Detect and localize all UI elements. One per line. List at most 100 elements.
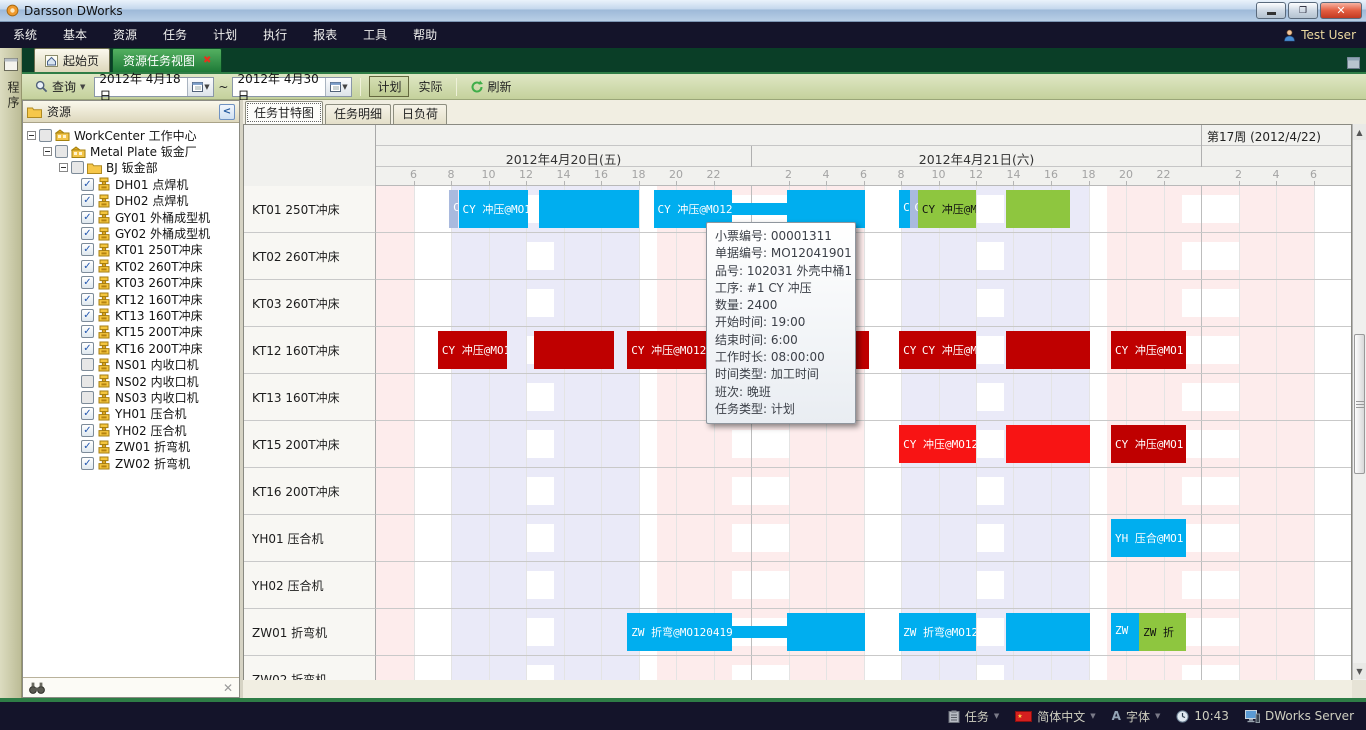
statusbar-10:43[interactable]: 10:43 — [1176, 709, 1229, 723]
machine-checkbox[interactable]: ✓ — [81, 194, 94, 207]
statusbar-DWorks Server[interactable]: DWorks Server — [1245, 709, 1354, 723]
refresh-button[interactable]: 刷新 — [465, 76, 517, 97]
collapse-node-icon[interactable] — [43, 147, 52, 156]
tree-item-ZW01[interactable]: ✓ZW01 折弯机 — [23, 438, 239, 454]
tab-home-page[interactable]: 起始页 — [34, 48, 110, 72]
gantt-tab-0[interactable]: 任务甘特图 — [245, 101, 323, 124]
date-to-field[interactable]: 2012年 4月30日 ▼ — [232, 77, 352, 97]
plan-toggle-button[interactable]: 计划 — [369, 76, 409, 97]
query-caret-icon[interactable]: ▼ — [80, 83, 85, 91]
user-info[interactable]: Test User — [1283, 22, 1356, 48]
panel-layout-icon[interactable] — [1347, 54, 1360, 73]
task-bar[interactable]: C — [899, 190, 910, 228]
task-bar[interactable] — [1006, 331, 1090, 369]
scroll-down-icon[interactable]: ▼ — [1353, 663, 1366, 679]
machine-checkbox[interactable]: ✓ — [81, 260, 94, 273]
task-bar[interactable] — [1006, 425, 1090, 463]
machine-checkbox[interactable]: ✓ — [81, 243, 94, 256]
vertical-scroll-thumb[interactable] — [1354, 334, 1365, 474]
tree-item-KT16[interactable]: ✓KT16 200T冲床 — [23, 340, 239, 356]
task-bar[interactable]: CY 冲压@MO12041901 — [459, 190, 528, 228]
task-bar[interactable] — [732, 626, 786, 638]
task-bar[interactable]: ZW 折弯@MO12041901 — [899, 613, 976, 651]
task-bar[interactable]: CY 冲压@MO12041904 — [438, 331, 507, 369]
actual-toggle-button[interactable]: 实际 — [413, 76, 447, 97]
task-bar[interactable] — [1006, 190, 1070, 228]
machine-checkbox[interactable]: ✓ — [81, 342, 94, 355]
statusbar-字体[interactable]: A字体▼ — [1112, 708, 1161, 725]
task-bar[interactable]: YH 压合@MO1 — [1111, 519, 1186, 557]
gantt-tab-1[interactable]: 任务明细 — [325, 104, 391, 124]
vertical-scrollbar[interactable]: ▲ ▼ — [1352, 124, 1366, 698]
task-bar[interactable] — [539, 190, 638, 228]
task-bar[interactable]: CY 冲压@MO12041903 — [899, 425, 976, 463]
tree-item-KT02[interactable]: ✓KT02 260T冲床 — [23, 258, 239, 274]
task-bar[interactable]: ZW 折弯@MO12041901 — [627, 613, 732, 651]
menu-item-6[interactable]: 报表 — [300, 22, 350, 48]
menu-item-5[interactable]: 执行 — [250, 22, 300, 48]
task-bar[interactable]: CY 冲 — [899, 331, 918, 369]
tree-item-NS01[interactable]: NS01 内收口机 — [23, 356, 239, 372]
menu-item-3[interactable]: 任务 — [150, 22, 200, 48]
find-binoculars-icon[interactable] — [29, 682, 45, 694]
task-bar[interactable]: CY 冲压@MO1 — [1111, 331, 1186, 369]
tree-item-ZW02[interactable]: ✓ZW02 折弯机 — [23, 455, 239, 471]
gantt-tab-2[interactable]: 日负荷 — [393, 104, 447, 124]
caret-down-icon[interactable]: ▼ — [1155, 712, 1160, 720]
tree-node-1[interactable]: Metal Plate 钣金厂 — [23, 143, 239, 159]
machine-checkbox[interactable] — [81, 358, 94, 371]
tree-item-GY02[interactable]: ✓GY02 外桶成型机 — [23, 225, 239, 241]
caret-down-icon[interactable]: ▼ — [994, 712, 999, 720]
date-from-field[interactable]: 2012年 4月18日 ▼ — [94, 77, 214, 97]
tree-item-YH01[interactable]: ✓YH01 压合机 — [23, 406, 239, 422]
machine-checkbox[interactable] — [81, 391, 94, 404]
menu-item-1[interactable]: 基本 — [50, 22, 100, 48]
machine-checkbox[interactable]: ✓ — [81, 424, 94, 437]
machine-checkbox[interactable]: ✓ — [81, 440, 94, 453]
task-bar[interactable]: ZW — [1111, 613, 1139, 651]
task-bar[interactable]: C — [910, 190, 917, 228]
task-bar[interactable]: ZW 折 — [1139, 613, 1186, 651]
tree-item-DH02[interactable]: ✓DH02 点焊机 — [23, 193, 239, 209]
close-tab-icon[interactable]: ✖ — [203, 55, 211, 66]
machine-checkbox[interactable]: ✓ — [81, 293, 94, 306]
minimize-button[interactable] — [1256, 2, 1286, 19]
machine-checkbox[interactable]: ✓ — [81, 227, 94, 240]
task-bar[interactable]: CY 冲压@MO12041902 — [918, 190, 976, 228]
tree-item-KT01[interactable]: ✓KT01 250T冲床 — [23, 242, 239, 258]
menu-item-7[interactable]: 工具 — [350, 22, 400, 48]
query-button[interactable]: 查询 ▼ — [30, 76, 90, 97]
tree-item-DH01[interactable]: ✓DH01 点焊机 — [23, 176, 239, 192]
tree-item-KT12[interactable]: ✓KT12 160T冲床 — [23, 291, 239, 307]
date-from-picker-button[interactable]: ▼ — [187, 78, 213, 96]
collapse-node-icon[interactable] — [59, 163, 68, 172]
tree-item-KT03[interactable]: ✓KT03 260T冲床 — [23, 275, 239, 291]
task-bar[interactable]: CY 冲压@MO12041904 — [918, 331, 976, 369]
menu-item-2[interactable]: 资源 — [100, 22, 150, 48]
tree-node-checkbox[interactable] — [71, 161, 84, 174]
menu-item-8[interactable]: 帮助 — [400, 22, 450, 48]
restore-button[interactable]: ❐ — [1288, 2, 1318, 19]
task-bar[interactable] — [787, 613, 866, 651]
tree-item-GY01[interactable]: ✓GY01 外桶成型机 — [23, 209, 239, 225]
tree-node-0[interactable]: WorkCenter 工作中心 — [23, 127, 239, 143]
tree-item-KT15[interactable]: ✓KT15 200T冲床 — [23, 324, 239, 340]
collapse-panel-button[interactable]: < — [219, 104, 235, 120]
tree-node-checkbox[interactable] — [39, 129, 52, 142]
machine-checkbox[interactable] — [81, 375, 94, 388]
task-bar[interactable]: C — [449, 190, 458, 228]
machine-checkbox[interactable]: ✓ — [81, 325, 94, 338]
program-dock-tab[interactable]: 程序 — [5, 81, 22, 111]
clear-filter-icon[interactable]: ✕ — [223, 681, 233, 695]
caret-down-icon[interactable]: ▼ — [1090, 712, 1095, 720]
collapse-node-icon[interactable] — [27, 131, 36, 140]
task-bar[interactable]: CY 冲压@MO1 — [1111, 425, 1186, 463]
tree-item-YH02[interactable]: ✓YH02 压合机 — [23, 422, 239, 438]
close-button[interactable]: ✕ — [1320, 2, 1362, 19]
task-bar[interactable] — [732, 203, 786, 215]
scroll-up-icon[interactable]: ▲ — [1353, 124, 1366, 140]
tree-item-KT13[interactable]: ✓KT13 160T冲床 — [23, 307, 239, 323]
task-bar[interactable] — [1006, 613, 1090, 651]
machine-checkbox[interactable]: ✓ — [81, 276, 94, 289]
machine-checkbox[interactable]: ✓ — [81, 211, 94, 224]
